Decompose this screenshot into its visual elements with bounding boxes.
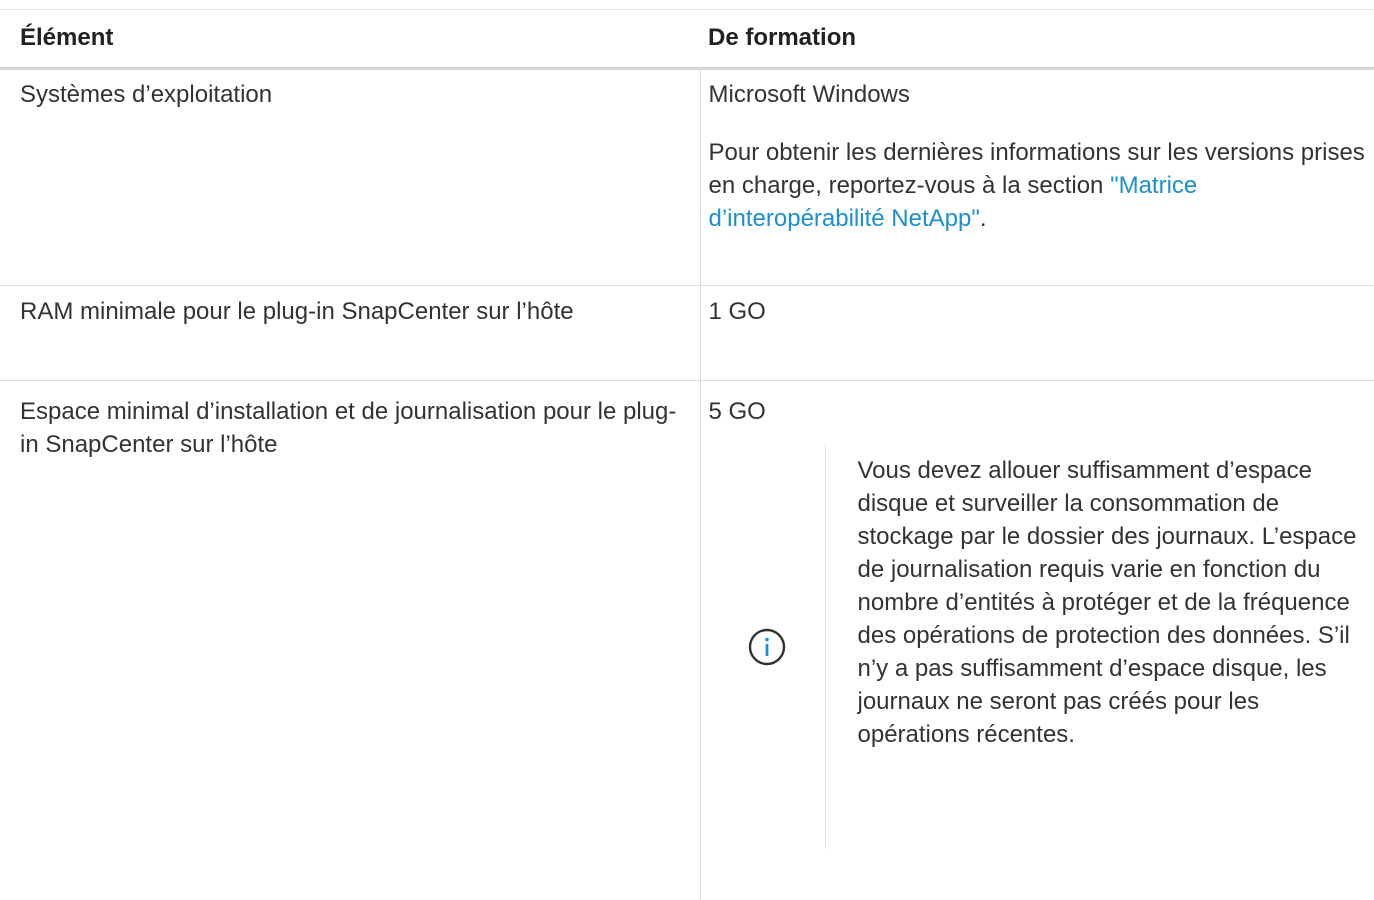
row-item-space: Espace minimal d’installation et de jour…: [0, 381, 700, 900]
admonition-icon-column: [709, 444, 826, 849]
info-icon: [748, 628, 786, 666]
header-requirement: De formation: [700, 10, 1374, 69]
admonition-text: Vous devez allouer suffisamment d’espace…: [826, 444, 1358, 849]
row-value-space: 5 GO Vous devez allouer suffisamment d’e…: [700, 381, 1374, 900]
row-value-os: Microsoft Windows Pour obtenir les derni…: [700, 69, 1374, 286]
os-note-period: .: [980, 205, 987, 232]
row-value-ram: 1 GO: [700, 286, 1374, 381]
os-value: Microsoft Windows: [709, 78, 1374, 111]
row-item-ram: RAM minimale pour le plug-in SnapCenter …: [0, 286, 700, 381]
space-value: 5 GO: [709, 395, 1374, 428]
requirements-table: Élément De formation Systèmes d’exploita…: [0, 9, 1374, 900]
table-row: Espace minimal d’installation et de jour…: [0, 381, 1374, 900]
os-note-text: Pour obtenir les dernières informations …: [709, 139, 1365, 199]
header-item: Élément: [0, 10, 700, 69]
table-row: RAM minimale pour le plug-in SnapCenter …: [0, 286, 1374, 381]
table-row: Systèmes d’exploitation Microsoft Window…: [0, 69, 1374, 286]
info-admonition: Vous devez allouer suffisamment d’espace…: [709, 444, 1374, 849]
row-item-os: Systèmes d’exploitation: [0, 69, 700, 286]
table-header-row: Élément De formation: [0, 10, 1374, 69]
os-note: Pour obtenir les dernières informations …: [709, 136, 1374, 235]
